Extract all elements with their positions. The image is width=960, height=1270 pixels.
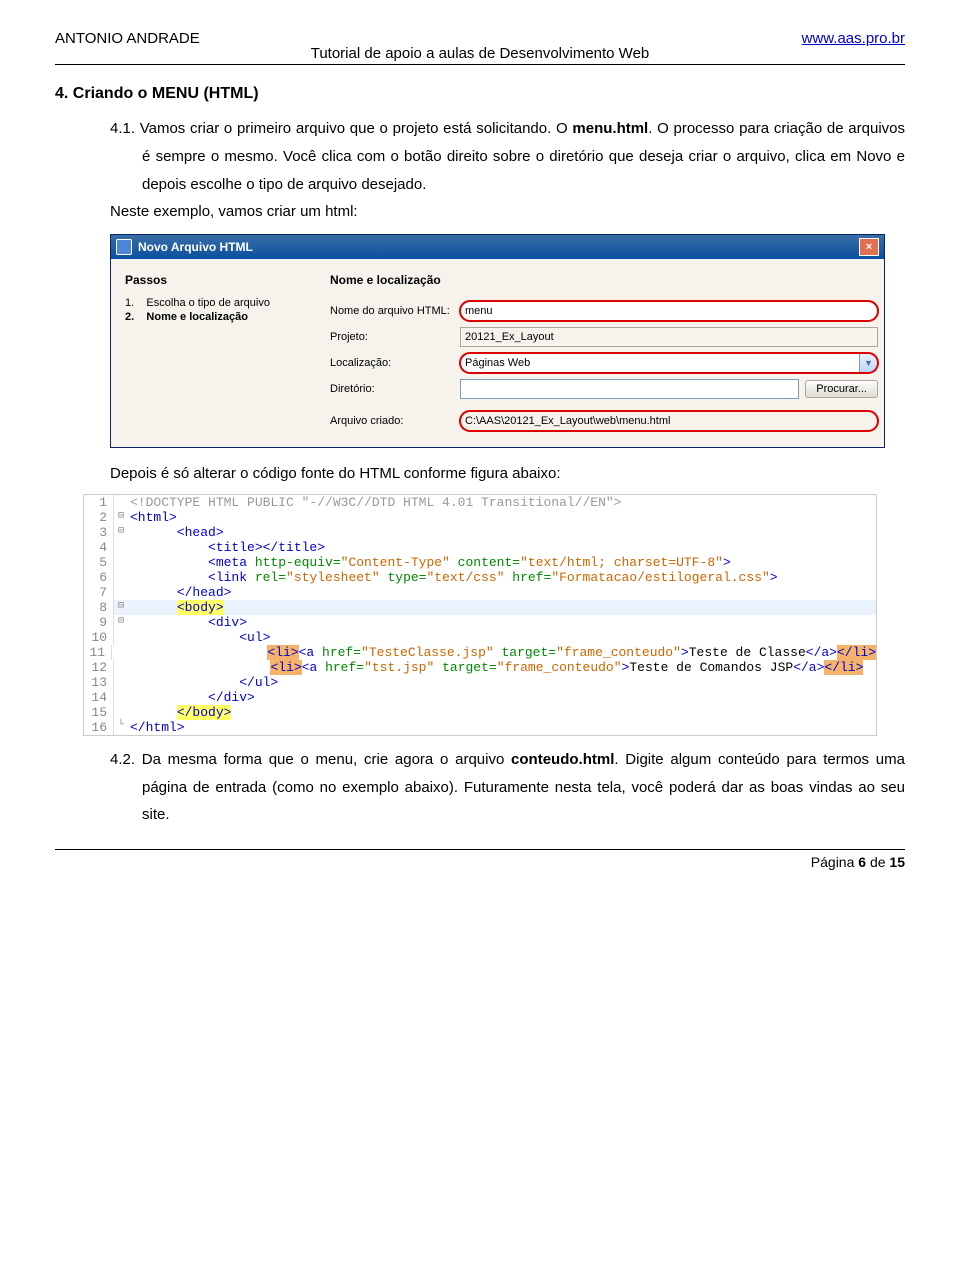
input-nome-arquivo[interactable]: menu	[460, 301, 878, 321]
line-number: 2	[84, 510, 114, 525]
right-panel-header: Nome e localização	[330, 273, 878, 287]
steps-header: Passos	[125, 273, 330, 287]
label-localizacao: Localização:	[330, 357, 460, 369]
site-link[interactable]: www.aas.pro.br	[802, 30, 905, 47]
dialog-titlebar: Novo Arquivo HTML ×	[111, 235, 884, 259]
line-number: 16	[84, 720, 114, 735]
chevron-down-icon[interactable]: ▼	[859, 354, 877, 372]
line-number: 1	[84, 495, 114, 510]
label-arquivo-criado: Arquivo criado:	[330, 415, 460, 427]
paragraph-4-1: 4.1. Vamos criar o primeiro arquivo que …	[110, 115, 905, 198]
filename-menu-html: menu.html	[572, 120, 648, 137]
paragraph-neste-exemplo: Neste exemplo, vamos criar um html:	[110, 198, 905, 226]
line-number: 11	[84, 645, 112, 660]
line-number: 8	[84, 600, 114, 615]
app-icon	[116, 239, 132, 255]
line-number: 5	[84, 555, 114, 570]
dialog-screenshot: Novo Arquivo HTML × Passos 1. Escolha o …	[110, 234, 905, 448]
input-diretorio[interactable]	[460, 379, 799, 399]
line-number: 7	[84, 585, 114, 600]
line-number: 9	[84, 615, 114, 630]
document-subtitle: Tutorial de apoio a aulas de Desenvolvim…	[55, 45, 905, 62]
step-2: 2. Nome e localização	[125, 311, 330, 323]
line-number: 10	[84, 630, 114, 645]
dialog-title-text: Novo Arquivo HTML	[138, 240, 253, 254]
label-projeto: Projeto:	[330, 331, 460, 343]
line-number: 13	[84, 675, 114, 690]
paragraph-depois: Depois é só alterar o código fonte do HT…	[110, 460, 905, 488]
input-projeto: 20121_Ex_Layout	[460, 327, 878, 347]
line-number: 3	[84, 525, 114, 540]
procurar-button[interactable]: Procurar...	[805, 380, 878, 398]
step-1: 1. Escolha o tipo de arquivo	[125, 297, 330, 309]
line-number: 15	[84, 705, 114, 720]
label-nome-arquivo: Nome do arquivo HTML:	[330, 305, 460, 317]
line-number: 4	[84, 540, 114, 555]
page-header: ANTONIO ANDRADE www.aas.pro.br Tutorial …	[55, 30, 905, 65]
paragraph-4-2: 4.2. Da mesma forma que o menu, crie ago…	[110, 746, 905, 829]
code-editor-screenshot: 1<!DOCTYPE HTML PUBLIC "-//W3C//DTD HTML…	[83, 494, 877, 736]
select-localizacao[interactable]: Páginas Web ▼	[460, 353, 878, 373]
page-footer: Página 6 de 15	[55, 849, 905, 870]
label-diretorio: Diretório:	[330, 383, 460, 395]
filename-conteudo-html: conteudo.html	[511, 751, 614, 768]
close-icon[interactable]: ×	[859, 238, 879, 256]
line-number: 12	[84, 660, 114, 675]
section-heading: 4. Criando o MENU (HTML)	[55, 85, 905, 103]
line-number: 6	[84, 570, 114, 585]
author-name: ANTONIO ANDRADE	[55, 30, 200, 47]
line-number: 14	[84, 690, 114, 705]
input-arquivo-criado: C:\AAS\20121_Ex_Layout\web\menu.html	[460, 411, 878, 431]
